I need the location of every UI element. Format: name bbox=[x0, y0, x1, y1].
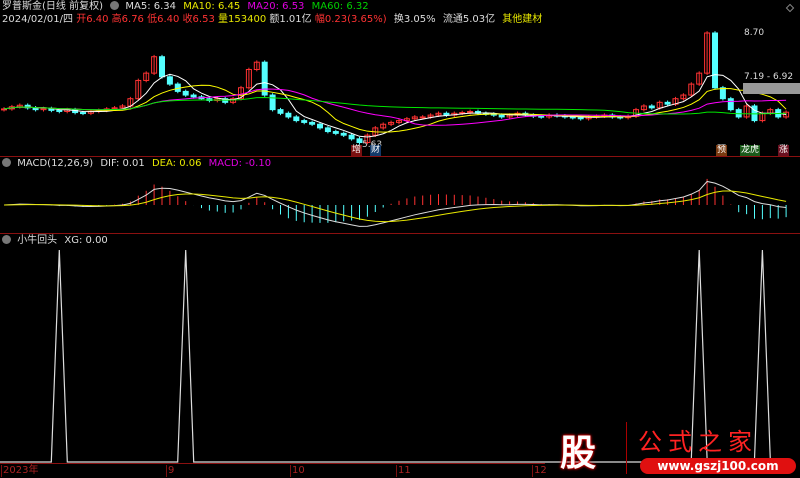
candle bbox=[751, 105, 758, 122]
candle bbox=[182, 90, 189, 96]
macd-value: MACD: -0.10 bbox=[208, 158, 272, 169]
settings-circle-icon[interactable] bbox=[2, 235, 11, 244]
candle bbox=[309, 121, 316, 125]
axis-label: 2023年 bbox=[1, 465, 39, 477]
candle bbox=[712, 32, 718, 89]
candle bbox=[293, 116, 300, 122]
candle bbox=[419, 116, 426, 119]
candle bbox=[277, 109, 284, 114]
candle bbox=[348, 134, 355, 140]
dea-value: DEA: 0.06 bbox=[151, 158, 202, 169]
axis-label: 10 bbox=[290, 465, 305, 477]
high-price-label: 8.70 bbox=[744, 28, 765, 38]
candle bbox=[577, 117, 584, 120]
axis-label: 12 bbox=[532, 465, 547, 477]
candle bbox=[664, 101, 671, 105]
candle bbox=[56, 109, 63, 112]
xg-value: XG: 0.00 bbox=[64, 235, 108, 246]
candle bbox=[498, 114, 505, 118]
candle bbox=[332, 131, 339, 134]
price-chart[interactable] bbox=[0, 0, 800, 478]
candle bbox=[166, 76, 173, 85]
panel-divider bbox=[0, 233, 800, 234]
candle bbox=[159, 56, 165, 78]
settings-circle-icon[interactable] bbox=[2, 158, 11, 167]
dif-line bbox=[3, 180, 787, 227]
candle bbox=[340, 132, 347, 136]
candle bbox=[324, 127, 331, 133]
event-tag[interactable]: 预 bbox=[716, 145, 728, 156]
event-tag[interactable]: 增 bbox=[351, 145, 363, 156]
candle bbox=[80, 112, 86, 115]
axis-label: 9 bbox=[166, 465, 175, 477]
macd-header: MACD(12,26,9) DIF: 0.01 DEA: 0.06 MACD: … bbox=[2, 158, 275, 170]
candle bbox=[261, 61, 268, 96]
candle bbox=[727, 98, 734, 111]
candle bbox=[317, 123, 323, 129]
dif-value: DIF: 0.01 bbox=[100, 158, 145, 169]
indicator-header: 小牛回头 XG: 0.00 bbox=[2, 235, 112, 247]
range-label: 7.19 - 6.92 bbox=[744, 72, 794, 82]
candle bbox=[269, 94, 276, 111]
dea-line bbox=[3, 190, 787, 223]
macd-title[interactable]: MACD(12,26,9) bbox=[17, 158, 93, 169]
candle bbox=[648, 105, 655, 109]
watermark-logo: 股 公式之家 www.gszj100.com bbox=[556, 420, 800, 478]
candle bbox=[301, 120, 308, 123]
axis-line bbox=[0, 463, 545, 464]
event-tag[interactable]: 财 bbox=[370, 145, 382, 156]
indicator-title[interactable]: 小牛回头 bbox=[17, 235, 57, 246]
axis-label: 11 bbox=[396, 465, 411, 477]
event-tag[interactable]: 涨 bbox=[778, 145, 790, 156]
event-tag[interactable]: 龙虎 bbox=[740, 145, 761, 156]
candle bbox=[719, 87, 726, 100]
candle bbox=[538, 115, 545, 118]
candle bbox=[569, 116, 576, 119]
panel-divider bbox=[0, 156, 800, 157]
candle bbox=[190, 94, 197, 98]
candle bbox=[285, 112, 292, 118]
